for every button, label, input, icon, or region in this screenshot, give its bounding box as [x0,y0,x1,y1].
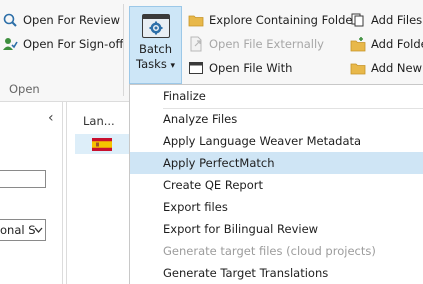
menu-item-apply-language-weaver-metadata[interactable]: Apply Language Weaver Metadata [130,130,423,152]
menu-item-export-for-bilingual-review[interactable]: Export for Bilingual Review [130,218,423,240]
review-icon [2,12,18,28]
language-row[interactable] [75,134,133,154]
add-new-button[interactable]: Add New I [350,58,423,78]
left-pane: ‹ onal S [0,102,63,284]
batch-tasks-menu: Finalize Analyze Files Apply Language We… [129,84,423,284]
menu-item-generate-target-files-cloud[interactable]: Generate target files (cloud projects) [130,240,423,262]
open-for-signoff-label: Open For Sign-off [23,37,124,51]
external-file-icon [188,36,204,52]
open-group-label: Open [9,82,40,96]
open-externally-label: Open File Externally [209,37,324,51]
collapse-pane-icon[interactable]: ‹ [48,110,54,126]
spain-flag-icon [92,138,112,151]
signoff-icon [2,36,18,52]
window-icon [188,60,204,76]
open-for-review-button[interactable]: Open For Review [2,10,120,30]
open-file-externally-button[interactable]: Open File Externally [188,34,324,54]
open-for-signoff-button[interactable]: Open For Sign-off [2,34,123,54]
add-new-label: Add New I [371,61,423,75]
open-file-with-button[interactable]: Open File With [188,58,292,78]
menu-item-create-qe-report[interactable]: Create QE Report [130,174,423,196]
menu-item-finalize[interactable]: Finalize [130,85,423,107]
batch-tasks-label-line2: Tasks ▾ [136,57,175,71]
add-new-folder-icon [350,60,366,76]
add-files-button[interactable]: Add Files [350,10,422,30]
open-file-with-label: Open File With [209,61,293,75]
language-column-header[interactable]: Lan... [83,114,115,128]
batch-tasks-button[interactable]: Batch Tasks ▾ [129,6,182,84]
filter-input[interactable] [0,170,46,188]
menu-item-generate-target-translations[interactable]: Generate Target Translations [130,262,423,284]
add-folder-button[interactable]: Add Folde [350,34,423,54]
batch-tasks-label-line1: Batch [138,42,173,56]
add-files-label: Add Files [371,13,423,27]
explore-containing-folder-button[interactable]: Explore Containing Folder [188,10,357,30]
chevron-down-icon [34,223,43,240]
menu-item-export-files[interactable]: Export files [130,196,423,218]
menu-item-analyze-files[interactable]: Analyze Files [130,108,423,130]
language-pane: Lan... [66,102,133,284]
add-folder-icon [350,36,366,52]
folder-icon [188,12,204,28]
add-folder-label: Add Folde [371,37,423,51]
open-for-review-label: Open For Review [23,13,121,27]
ribbon-separator [123,4,124,96]
chevron-down-icon: ▾ [170,61,175,71]
explore-folder-label: Explore Containing Folder [209,13,358,27]
filter-dropdown-value: onal S [0,223,36,237]
add-files-icon [350,12,366,28]
batch-tasks-gear-icon [141,14,170,38]
menu-item-apply-perfectmatch[interactable]: Apply PerfectMatch [130,152,423,174]
filter-dropdown[interactable]: onal S [0,219,46,241]
